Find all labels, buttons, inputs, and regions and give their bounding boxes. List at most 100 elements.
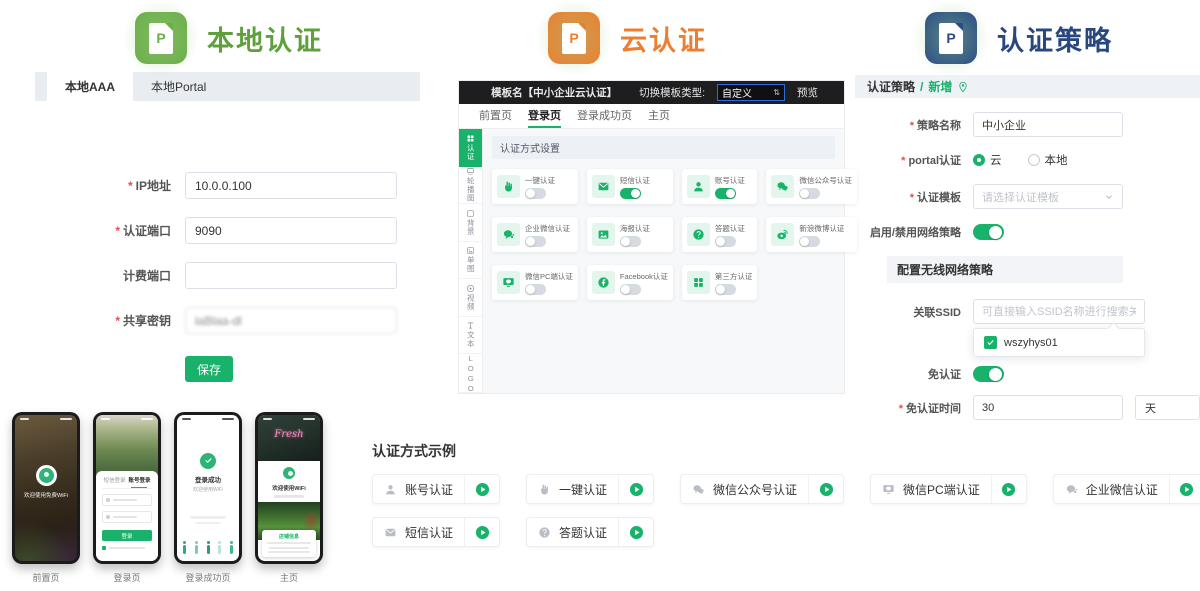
field-input-auth-port[interactable] <box>185 217 397 244</box>
facebook-icon <box>597 276 610 289</box>
auth-method-toggle-sms[interactable] <box>620 188 641 199</box>
example-button-one-key[interactable]: 一键认证 <box>526 474 654 504</box>
template-type-select[interactable]: 自定义 ⇅ <box>717 84 785 101</box>
example-button-wecom[interactable]: 企业微信认证 <box>1053 474 1200 504</box>
hand-icon <box>502 180 515 193</box>
chevron-down-icon <box>1104 192 1114 202</box>
image-icon <box>597 228 610 241</box>
mail-icon <box>384 526 397 539</box>
sidebar-item-label: 单图 <box>467 256 475 273</box>
phone-caption: 登录页 <box>93 571 161 584</box>
save-button[interactable]: 保存 <box>185 356 233 382</box>
editor-tab-login-success-page[interactable]: 登录成功页 <box>577 104 632 128</box>
spinner-icon: ⇅ <box>773 88 780 97</box>
free-auth-toggle[interactable] <box>973 366 1004 382</box>
editor-tabs: 前置页登录页登录成功页主页 <box>459 104 844 129</box>
example-button-sms[interactable]: 短信认证 <box>372 517 500 547</box>
cloud-title: 云认证 <box>620 19 707 58</box>
auth-method-toggle-wechat-pc[interactable] <box>525 284 546 295</box>
chevron-down-icon <box>1104 192 1114 202</box>
network-policy-label: 启用/禁用网络策略 <box>855 224 973 240</box>
auth-methods-panel-title: 认证方式设置 <box>492 136 835 159</box>
editor-tab-home-page[interactable]: 主页 <box>648 104 670 128</box>
auth-method-toggle-quiz[interactable] <box>715 236 736 247</box>
tab-local-portal[interactable]: 本地Portal <box>133 72 224 101</box>
radio-local[interactable]: 本地 <box>1028 152 1068 168</box>
auth-method-toggle-poster[interactable] <box>620 236 641 247</box>
policy-panel: 认证策略 / 新增 *策略名称 *portal认证 云 本地 *认证模板 请选择… <box>855 75 1200 420</box>
play-icon <box>1001 482 1016 497</box>
sidebar-item-label: LOGO <box>467 354 475 394</box>
play-button[interactable] <box>465 525 499 540</box>
auth-method-info: 微信PC端认证 <box>525 271 573 295</box>
auth-method-card-weibo: 新浪微博认证 <box>766 217 857 252</box>
breadcrumb-root[interactable]: 认证策略 <box>867 78 915 95</box>
auth-method-info: 答题认证 <box>715 223 745 247</box>
auth-method-toggle-account[interactable] <box>715 188 736 199</box>
store-info-card: 店铺信息 <box>262 530 316 558</box>
required-marker: * <box>115 314 120 328</box>
auth-method-toggle-facebook[interactable] <box>620 284 641 295</box>
login-tab-sms: 短信登录 <box>103 476 125 484</box>
example-label: 账号认证 <box>405 481 453 498</box>
auth-method-label: 答题认证 <box>715 223 745 234</box>
wireless-section-title: 配置无线网络策略 <box>887 256 1123 283</box>
example-button-account[interactable]: 账号认证 <box>372 474 500 504</box>
auth-method-card-wechat-pc: 微信PC端认证 <box>492 265 578 300</box>
auth-method-iconbox <box>771 175 794 198</box>
play-button[interactable] <box>1170 482 1200 497</box>
policy-name-input[interactable] <box>973 112 1123 137</box>
sidebar-item-single-image[interactable]: 单图 <box>459 242 482 280</box>
auth-method-toggle-third-party[interactable] <box>715 284 736 295</box>
sidebar-item-background[interactable]: 背景 <box>459 204 482 242</box>
auth-method-toggle-wecom[interactable] <box>525 236 546 247</box>
field-input-ip-address[interactable] <box>185 172 397 199</box>
auth-method-toggle-one-key[interactable] <box>525 188 546 199</box>
sidebar-item-text[interactable]: 文本 <box>459 317 482 355</box>
user-icon <box>692 180 705 193</box>
field-row-accounting-port: 计费端口 <box>35 262 397 289</box>
auth-method-toggle-wechat-official[interactable] <box>799 188 820 199</box>
editor-tab-login-page[interactable]: 登录页 <box>528 104 561 128</box>
video-icon <box>466 284 475 293</box>
network-policy-toggle[interactable] <box>973 224 1004 240</box>
portal-radio-group: 云 本地 <box>973 152 1068 168</box>
tab-local-aaa[interactable]: 本地AAA <box>47 72 133 101</box>
preview-button[interactable]: 预览 <box>797 85 818 100</box>
wecom-icon <box>1065 483 1078 496</box>
wechat-pc-icon <box>502 276 515 289</box>
auth-method-toggle-weibo[interactable] <box>799 236 820 247</box>
auth-method-label: 账号认证 <box>715 175 745 186</box>
play-button[interactable] <box>619 482 653 497</box>
sidebar-item-auth[interactable]: 认证 <box>459 129 482 167</box>
free-time-label: *免认证时间 <box>855 400 973 416</box>
mock-agreement <box>102 546 152 550</box>
play-button[interactable] <box>465 482 499 497</box>
sidebar-item-label: 背景 <box>467 219 475 236</box>
example-button-quiz[interactable]: 答题认证 <box>526 517 654 547</box>
play-button[interactable] <box>809 482 843 497</box>
example-button-wechat-official[interactable]: 微信公众号认证 <box>680 474 844 504</box>
sidebar-item-carousel[interactable]: 轮播图 <box>459 167 482 205</box>
play-button[interactable] <box>619 525 653 540</box>
success-check-icon <box>200 453 216 469</box>
local-doc-icon: P <box>135 12 187 64</box>
sidebar-item-video[interactable]: 视频 <box>459 279 482 317</box>
radio-cloud[interactable]: 云 <box>973 152 1002 168</box>
field-input-accounting-port[interactable] <box>185 262 397 289</box>
sidebar-item-logo[interactable]: LOGO <box>459 354 482 393</box>
local-tabbar: 本地AAA本地Portal <box>35 72 420 101</box>
free-time-input[interactable] <box>973 395 1123 420</box>
field-input-shared-key[interactable] <box>185 307 397 334</box>
switch-template-label: 切换模板类型: <box>639 85 705 100</box>
home-welcome-text: 欢迎使用WiFi <box>258 484 320 492</box>
play-button[interactable] <box>992 482 1026 497</box>
auth-template-select[interactable]: 请选择认证模板 <box>973 184 1123 209</box>
ssid-input[interactable] <box>973 299 1145 324</box>
mail-icon <box>597 180 610 193</box>
example-button-wechat-pc[interactable]: 微信PC端认证 <box>870 474 1027 504</box>
phone-mockups: 欢迎使用免费WiFi 前置页 短信登录 账号登录 登录 <box>12 412 323 584</box>
editor-tab-front-page[interactable]: 前置页 <box>479 104 512 128</box>
ssid-option[interactable]: wszyhys01 <box>984 336 1134 349</box>
free-time-row: *免认证时间 天 <box>855 395 1200 420</box>
